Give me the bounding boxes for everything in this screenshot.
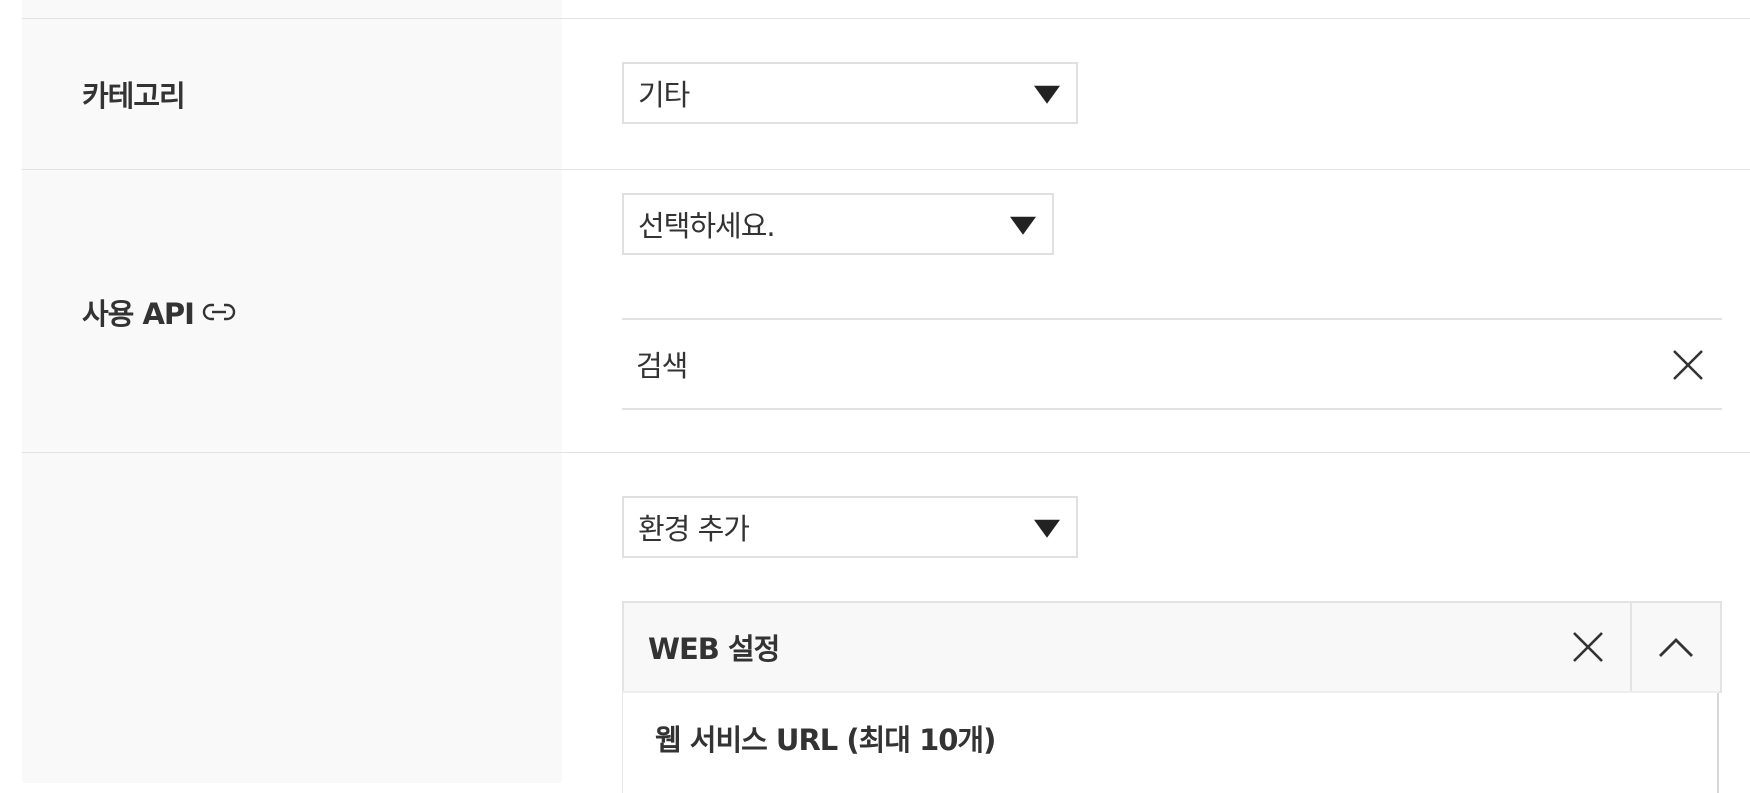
web-settings-panel-header: WEB 설정 — [622, 601, 1722, 693]
api-label: 사용 API — [82, 297, 195, 331]
caret-down-icon — [1034, 519, 1060, 538]
environment-select-value: 환경 추가 — [638, 512, 750, 546]
api-search-box[interactable]: 검색 — [622, 318, 1722, 410]
close-icon[interactable] — [1570, 629, 1606, 665]
api-select-value: 선택하세요. — [638, 209, 776, 243]
close-icon[interactable] — [1670, 347, 1706, 383]
label-cell — [22, 453, 562, 783]
form-row-environment: 환경 추가 WEB 설정 웹 서비스 URL (최대 10개) — [22, 453, 1750, 793]
settings-form: 카테고리 기타 사용 API 선택하세요. 검색 환경 추가 WEB 설정 웹 … — [22, 0, 1750, 793]
category-select[interactable]: 기타 — [622, 62, 1078, 124]
web-settings-panel-body: 웹 서비스 URL (최대 10개) — [622, 693, 1719, 793]
label-cell: 사용 API — [22, 170, 562, 452]
caret-down-icon — [1010, 216, 1036, 235]
caret-down-icon — [1034, 85, 1060, 104]
label-cell — [22, 0, 562, 18]
api-label-group: 사용 API — [82, 291, 236, 333]
web-settings-title: WEB 설정 — [648, 632, 780, 666]
api-search-text: 검색 — [636, 349, 688, 383]
panel-divider — [1630, 603, 1632, 691]
form-row-category: 카테고리 기타 — [22, 19, 1750, 170]
api-select[interactable]: 선택하세요. — [622, 193, 1054, 255]
web-service-url-title: 웹 서비스 URL (최대 10개) — [655, 723, 996, 757]
environment-select[interactable]: 환경 추가 — [622, 496, 1078, 558]
link-icon[interactable] — [202, 302, 236, 322]
label-cell: 카테고리 — [22, 19, 562, 169]
form-row-previous — [22, 0, 1750, 19]
category-select-value: 기타 — [638, 78, 690, 112]
form-row-api: 사용 API 선택하세요. 검색 — [22, 170, 1750, 453]
chevron-up-icon[interactable] — [1656, 629, 1696, 665]
category-label: 카테고리 — [82, 79, 186, 113]
